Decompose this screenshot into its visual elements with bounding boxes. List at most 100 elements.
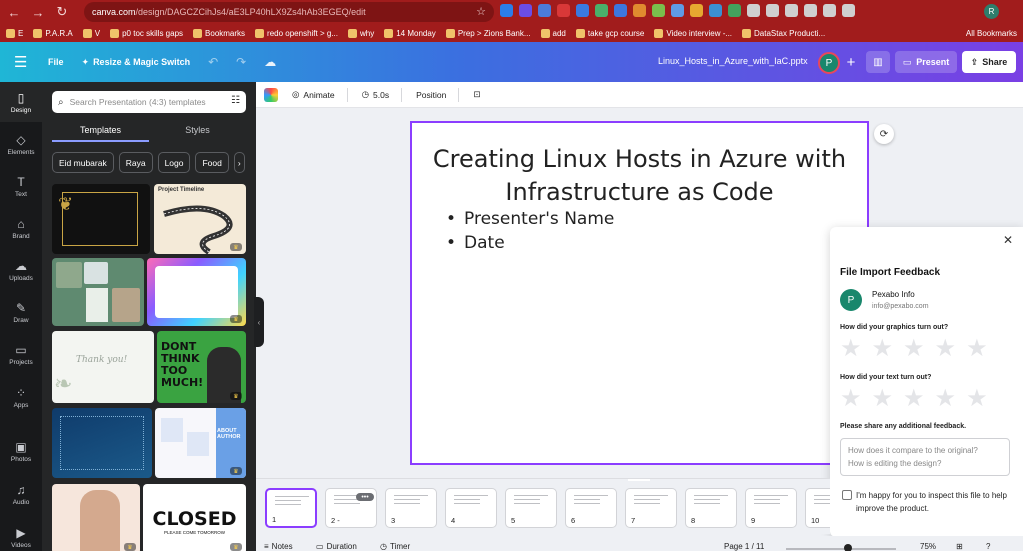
grid-view-icon[interactable]: ⊞	[956, 542, 963, 551]
timer-button[interactable]: ◷ Timer	[380, 542, 410, 551]
panel-collapse-handle[interactable]: ‹	[254, 297, 264, 347]
rail-item-elements[interactable]: ◇ Elements	[0, 124, 42, 164]
color-picker-icon[interactable]	[264, 87, 278, 102]
chip-eid-mubarak[interactable]: Eid mubarak	[52, 152, 114, 173]
zoom-level[interactable]: 75%	[920, 542, 936, 551]
back-icon[interactable]: ←	[4, 2, 24, 22]
extension-icon[interactable]	[823, 4, 836, 17]
page-thumbnail[interactable]: 2 - •••	[325, 488, 377, 528]
bookmark-item[interactable]: Prep > Zions Bank...	[445, 28, 531, 38]
star-icon[interactable]: ★	[935, 387, 957, 411]
bookmark-item[interactable]: V	[82, 28, 100, 38]
animate-button[interactable]: ◎ Animate	[292, 89, 335, 100]
menu-icon[interactable]: ☰	[14, 53, 30, 71]
inspect-consent-label[interactable]: I'm happy for you to inspect this file t…	[856, 489, 1012, 515]
zoom-slider-knob[interactable]	[844, 544, 852, 551]
slide-canvas[interactable]: Creating Linux Hosts in Azure with Infra…	[410, 121, 869, 465]
extension-icon[interactable]	[652, 4, 665, 17]
template-thumbnail[interactable]: Thank you! ❧	[52, 331, 154, 403]
chip-food[interactable]: Food	[195, 152, 229, 173]
extension-icon[interactable]	[747, 4, 760, 17]
extension-icon[interactable]	[728, 4, 741, 17]
regenerate-icon[interactable]: ⟳	[874, 124, 894, 144]
extension-icon[interactable]	[709, 4, 722, 17]
bookmark-item[interactable]: Bookmarks	[193, 28, 245, 38]
position-button[interactable]: Position	[416, 90, 446, 100]
feedback-textarea[interactable]: How does it compare to the original? How…	[840, 438, 1010, 476]
all-bookmarks-button[interactable]: All Bookmarks	[959, 24, 1017, 42]
extension-icon[interactable]	[633, 4, 646, 17]
star-icon[interactable]: ★	[840, 337, 862, 361]
tab-styles[interactable]: Styles	[149, 122, 246, 142]
bookmark-item[interactable]: 14 Monday	[384, 28, 436, 38]
add-collaborator-icon[interactable]: +	[842, 53, 860, 71]
document-title[interactable]: Linux_Hosts_in_Azure_with_IaC.pptx	[658, 56, 808, 66]
star-icon[interactable]: ★	[872, 337, 894, 361]
page-thumbnail[interactable]: 7	[625, 488, 677, 528]
inspect-consent-checkbox[interactable]	[842, 490, 852, 500]
chevron-up-icon[interactable]: ⌃	[628, 479, 650, 481]
template-thumbnail[interactable]: DONT THINK TOO MUCH! ♛	[157, 331, 246, 403]
bookmark-item[interactable]: add	[540, 28, 566, 38]
tab-templates[interactable]: Templates	[52, 122, 149, 142]
rail-item-brand[interactable]: ⌂ Brand	[0, 208, 42, 248]
reload-icon[interactable]: ↻	[52, 2, 72, 22]
template-search-input[interactable]: ⌕ Search Presentation (4:3) templates ☷	[52, 91, 246, 113]
template-thumbnail[interactable]: ❦	[52, 184, 150, 254]
forward-icon[interactable]: →	[28, 2, 48, 22]
template-thumbnail[interactable]: CLOSED PLEASE COME TOMORROW ♛	[143, 484, 246, 551]
page-thumbnail[interactable]: 8	[685, 488, 737, 528]
bookmark-item[interactable]: DataStax Producti...	[742, 28, 825, 38]
user-avatar[interactable]: P	[818, 52, 840, 74]
template-thumbnail[interactable]: Project Timeline ♛	[154, 184, 246, 254]
present-button[interactable]: ▭ Present	[895, 51, 957, 73]
duration-button[interactable]: ◷ 5.0s	[362, 89, 390, 100]
filter-sliders-icon[interactable]: ☷	[231, 95, 240, 106]
bookmark-item[interactable]: P.A.R.A	[33, 28, 73, 38]
bookmark-item[interactable]: why	[347, 28, 374, 38]
slide-bullet-list[interactable]: Presenter's Name Date	[446, 207, 614, 255]
star-icon[interactable]: ★	[872, 387, 894, 411]
bookmark-item[interactable]: redo openshift > g...	[255, 28, 338, 38]
insights-chart-icon[interactable]: ▥	[866, 51, 890, 73]
share-button[interactable]: ⇪ Share	[962, 51, 1016, 73]
star-icon[interactable]: ★	[903, 387, 925, 411]
rail-item-design[interactable]: ▯ Design	[0, 82, 42, 122]
template-thumbnail[interactable]	[52, 408, 152, 478]
zoom-slider[interactable]	[786, 548, 896, 550]
extension-icon[interactable]	[842, 4, 855, 17]
page-thumbnail[interactable]: 1	[265, 488, 317, 528]
bookmark-item[interactable]: p0 toc skills gaps	[110, 28, 183, 38]
undo-icon[interactable]: ↶	[208, 55, 218, 69]
page-thumbnail[interactable]: 3	[385, 488, 437, 528]
template-thumbnail[interactable]: ♛	[52, 484, 140, 551]
chip-raya[interactable]: Raya	[118, 152, 153, 173]
page-thumbnail[interactable]: 6	[565, 488, 617, 528]
notes-button[interactable]: ≡ Notes	[264, 542, 293, 551]
extension-icon[interactable]	[595, 4, 608, 17]
template-thumbnail[interactable]: ABOUT AUTHOR ♛	[155, 408, 246, 478]
duration-footer-button[interactable]: ▭ Duration	[316, 542, 357, 551]
star-icon[interactable]: ★	[966, 387, 988, 411]
bookmark-star-icon[interactable]: ☆	[476, 5, 486, 18]
extension-icon[interactable]	[519, 4, 532, 17]
more-options-icon[interactable]: •••	[356, 493, 374, 501]
template-thumbnail[interactable]	[52, 258, 144, 326]
extension-icon[interactable]	[766, 4, 779, 17]
extension-icon[interactable]	[538, 4, 551, 17]
extension-icon[interactable]	[690, 4, 703, 17]
extension-icon[interactable]	[500, 4, 513, 17]
cloud-save-icon[interactable]: ☁	[264, 55, 276, 69]
resize-magic-switch-button[interactable]: ✦ Resize & Magic Switch	[82, 57, 191, 68]
rail-item-draw[interactable]: ✎ Draw	[0, 292, 42, 332]
star-icon[interactable]: ★	[935, 337, 957, 361]
address-bar[interactable]: canva.com/design/DAGCZCihJs4/aE3LP40hLX9…	[84, 2, 494, 22]
rail-item-apps[interactable]: ⁘ Apps	[0, 377, 42, 417]
bookmark-item[interactable]: Video interview -...	[654, 28, 732, 38]
extension-icon[interactable]	[785, 4, 798, 17]
page-thumbnail[interactable]: 4	[445, 488, 497, 528]
extension-icon[interactable]	[557, 4, 570, 17]
bookmark-item[interactable]: take gcp course	[575, 28, 644, 38]
close-icon[interactable]: ✕	[1001, 233, 1015, 247]
extension-icon[interactable]	[804, 4, 817, 17]
